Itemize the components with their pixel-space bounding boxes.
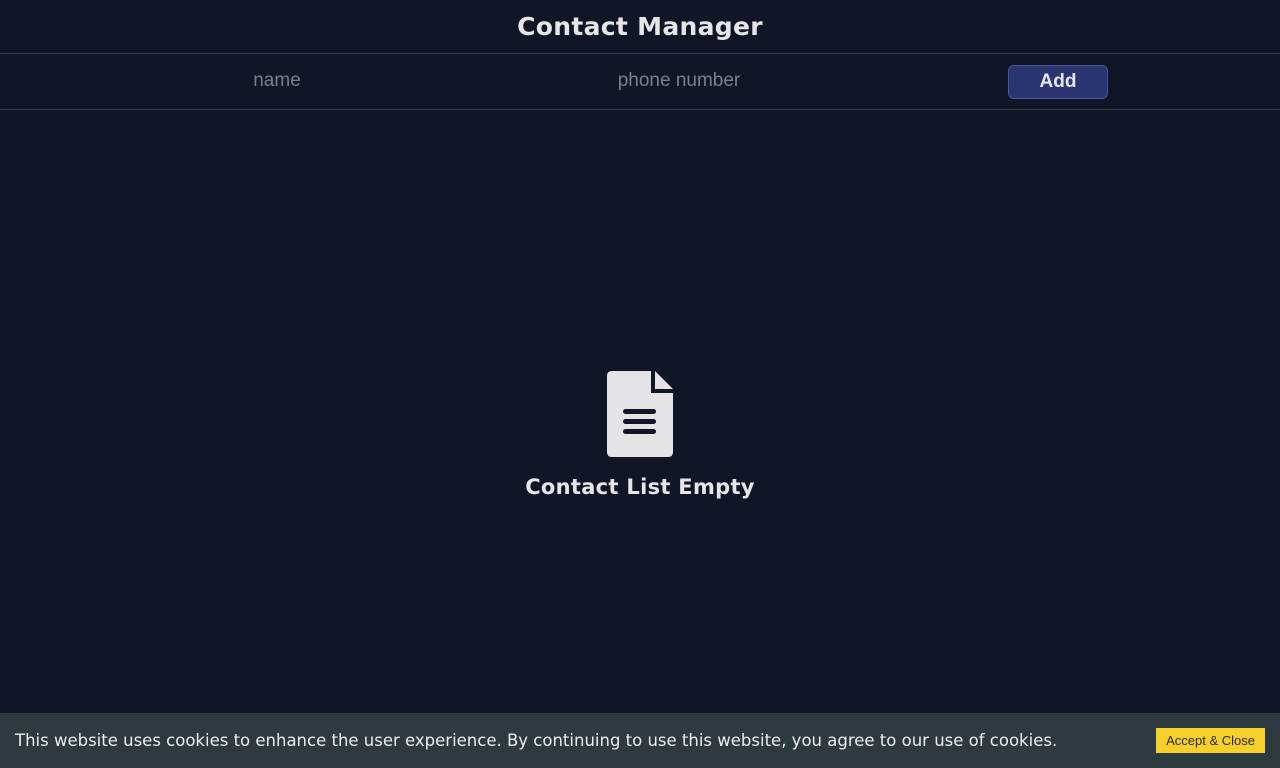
cookie-banner-text: This website uses cookies to enhance the… [15, 731, 1058, 750]
add-contact-button[interactable]: Add [1008, 65, 1108, 99]
accept-cookies-button[interactable]: Accept & Close [1156, 728, 1265, 753]
add-contact-form: Add [0, 54, 1280, 110]
name-input[interactable] [137, 64, 417, 98]
app-root: Contact Manager Add Contact List Empty T… [0, 0, 1280, 768]
page-title: Contact Manager [517, 12, 763, 41]
empty-state: Contact List Empty [0, 371, 1280, 499]
phone-number-input[interactable] [529, 64, 829, 98]
cookie-banner: This website uses cookies to enhance the… [0, 713, 1280, 768]
document-icon [607, 371, 673, 457]
empty-state-message: Contact List Empty [525, 475, 755, 499]
app-header: Contact Manager [0, 0, 1280, 54]
